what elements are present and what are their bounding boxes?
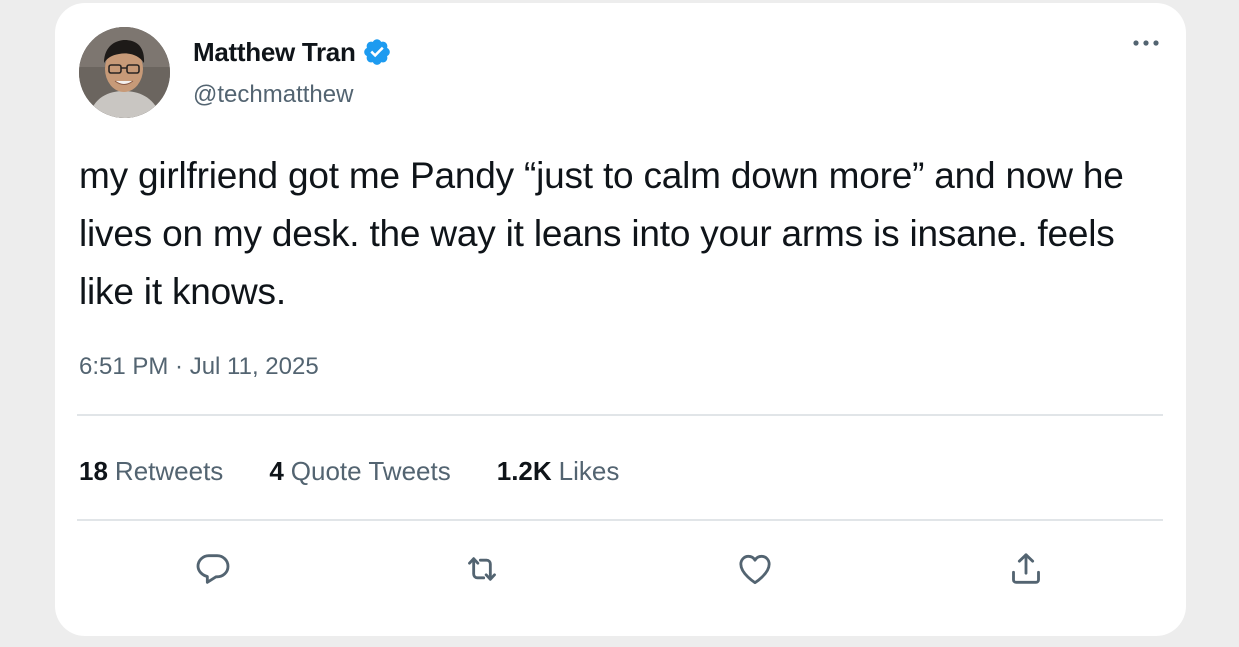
avatar[interactable] xyxy=(79,27,170,118)
divider xyxy=(77,414,1163,416)
more-icon[interactable] xyxy=(1128,33,1164,53)
reply-icon xyxy=(196,554,230,584)
user-handle[interactable]: @techmatthew xyxy=(193,81,353,109)
likes-label: Likes xyxy=(558,456,620,486)
retweets-stat[interactable]: 18 Retweets xyxy=(79,454,223,488)
action-bar xyxy=(55,547,1186,587)
display-name[interactable]: Matthew Tran xyxy=(193,37,356,68)
retweet-button[interactable] xyxy=(460,547,504,591)
tweet-timestamp[interactable]: 6:51 PM · Jul 11, 2025 xyxy=(79,353,319,381)
retweets-label: Retweets xyxy=(114,456,224,486)
heart-icon xyxy=(739,554,771,585)
likes-count: 1.2K xyxy=(496,456,552,486)
quote-tweets-count: 4 xyxy=(269,456,284,486)
quote-tweets-stat[interactable]: 4 Quote Tweets xyxy=(269,454,450,488)
share-button[interactable] xyxy=(1004,547,1048,591)
quote-tweets-label: Quote Tweets xyxy=(290,456,451,486)
tweet-text: my girlfriend got me Pandy “just to calm… xyxy=(79,155,1124,312)
name-row: Matthew Tran xyxy=(193,35,392,69)
like-button[interactable] xyxy=(733,547,777,591)
verified-badge-icon xyxy=(362,37,392,67)
share-icon xyxy=(1012,553,1040,584)
likes-stat[interactable]: 1.2K Likes xyxy=(497,454,620,488)
retweets-count: 18 xyxy=(79,456,108,486)
tweet-card: Matthew Tran @techmatthew my girlfriend … xyxy=(55,3,1186,636)
retweet-icon xyxy=(468,557,496,581)
avatar-image xyxy=(79,27,170,118)
divider xyxy=(77,519,1163,521)
engagement-stats: 18 Retweets 4 Quote Tweets 1.2K Likes xyxy=(79,454,665,488)
reply-button[interactable] xyxy=(191,547,235,591)
